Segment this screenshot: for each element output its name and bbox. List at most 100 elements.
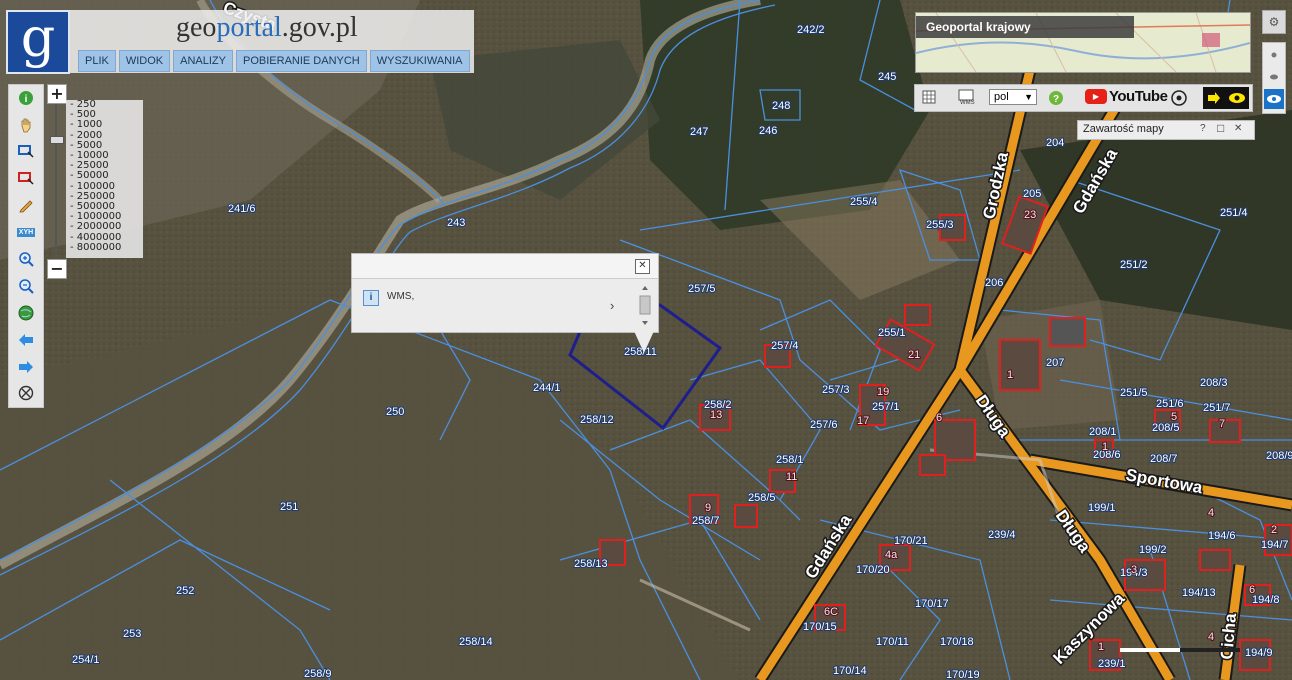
parcel-label: 257/3	[822, 384, 850, 396]
language-select[interactable]: pol ▼	[989, 89, 1037, 105]
house-number: 9	[705, 502, 711, 514]
dot-icon[interactable]	[1271, 52, 1277, 58]
house-number: 13	[710, 409, 722, 421]
full-extent-tool[interactable]	[16, 303, 36, 323]
street-label: Cicha	[1217, 612, 1240, 660]
geoportal-logo[interactable]: g	[6, 10, 70, 74]
zoom-minus-button[interactable]: −	[47, 259, 67, 279]
header-bar: geoportal.gov.pl PLIK WIDOK ANALIZY POBI…	[70, 10, 474, 73]
menu-pobieranie-danych[interactable]: POBIERANIE DANYCH	[236, 50, 367, 72]
info-tool[interactable]: i	[16, 88, 36, 108]
house-number: 23	[1024, 209, 1036, 221]
parcel-label: 194/7	[1261, 539, 1289, 551]
parcel-label: 194/13	[1182, 587, 1216, 599]
eye-small-icon[interactable]	[1270, 74, 1278, 80]
parcel-label: 255/3	[926, 219, 954, 231]
clear-tool[interactable]	[16, 383, 36, 403]
language-value: pol	[994, 91, 1009, 103]
draw-tool[interactable]	[16, 195, 36, 215]
panel-help-icon[interactable]: ?	[1200, 123, 1206, 134]
parcel-label: 257/6	[810, 419, 838, 431]
parcel-label: 254/1	[72, 654, 100, 666]
parcel-label: 258/1	[776, 454, 804, 466]
parcel-label: 241/6	[228, 203, 256, 215]
popup-close-button[interactable]: ✕	[635, 259, 650, 274]
svg-text:i: i	[25, 94, 28, 105]
panel-close-icon[interactable]: ✕	[1234, 123, 1242, 134]
parcel-label: 250	[386, 406, 404, 418]
xyh-tool[interactable]: XYH	[16, 222, 36, 242]
house-number: 3	[1131, 564, 1137, 576]
youtube-play-icon: ▶	[1085, 89, 1107, 104]
parcel-label: 251	[280, 501, 298, 513]
site-title-prefix: geo	[176, 12, 217, 43]
map-content-panel[interactable]: Zawartość mapy ? □ ✕	[1077, 120, 1255, 140]
parcel-label: 251/7	[1203, 402, 1231, 414]
accessibility-icon[interactable]	[1171, 90, 1187, 106]
select-area-tool[interactable]	[16, 141, 36, 161]
popup-scrollbar[interactable]	[639, 284, 651, 328]
wms-icon[interactable]	[958, 89, 974, 101]
parcel-label: 252	[176, 585, 194, 597]
pan-tool[interactable]	[16, 115, 36, 135]
parcel-label: 255/1	[878, 327, 906, 339]
scale-option[interactable]: - 8000000	[66, 242, 143, 253]
parcel-label: 194/9	[1245, 647, 1273, 659]
menu-widok[interactable]: WIDOK	[118, 50, 171, 72]
panel-restore-icon[interactable]: □	[1217, 121, 1224, 135]
forward-arrow-icon	[19, 361, 33, 373]
next-view-tool[interactable]	[16, 357, 36, 377]
back-arrow-icon	[19, 334, 33, 346]
youtube-link[interactable]: ▶ YouTube	[1085, 88, 1168, 105]
zoom-in-tool[interactable]	[16, 249, 36, 269]
pan-hand-icon	[21, 118, 31, 133]
select-red-icon	[18, 172, 34, 185]
clear-icon	[18, 385, 34, 401]
menu-plik[interactable]: PLIK	[78, 50, 116, 72]
right-toolbar: ? WMS pol ▼ ▶ YouTube	[914, 84, 1253, 112]
parcel-label: 170/20	[856, 564, 890, 576]
parcel-label: 253	[123, 628, 141, 640]
scale-list: - 250 - 500 - 1000 - 2000 - 5000 - 10000…	[66, 99, 143, 258]
parcel-label: 258/9	[304, 668, 332, 680]
house-number: 6	[936, 412, 942, 424]
contrast-toggle-icon[interactable]	[1203, 87, 1249, 109]
large-building	[1049, 317, 1086, 347]
parcel-label: 199/2	[1139, 544, 1167, 556]
map-content-title: Zawartość mapy	[1083, 123, 1164, 135]
house-number: 4	[1208, 507, 1214, 519]
parcel-label: 199/1	[1088, 502, 1116, 514]
grid-icon[interactable]	[922, 90, 936, 104]
house-number: 5	[1171, 411, 1177, 423]
settings-gear-icon[interactable]: ⚙	[1262, 10, 1286, 34]
parcel-label: 207	[1046, 357, 1064, 369]
parcel-label: 170/17	[915, 598, 949, 610]
logo-letter: g	[20, 6, 56, 69]
popup-next-arrow-icon[interactable]: ›	[610, 298, 614, 313]
menu-analizy[interactable]: ANALIZY	[173, 50, 233, 72]
menu-wyszukiwania[interactable]: WYSZUKIWANIA	[369, 50, 470, 72]
house-number: 1	[1102, 441, 1108, 453]
select-red-tool[interactable]	[16, 168, 36, 188]
main-menu: PLIK WIDOK ANALIZY POBIERANIE DANYCH WYS…	[78, 50, 470, 72]
scroll-down-icon[interactable]	[642, 321, 648, 325]
previous-view-tool[interactable]	[16, 330, 36, 350]
pencil-icon	[19, 200, 33, 213]
zoom-handle[interactable]	[50, 136, 64, 144]
parcel-label: 194/6	[1208, 530, 1236, 542]
parcel-label: 244/1	[533, 382, 561, 394]
popup-info-icon: i	[363, 290, 379, 306]
zoom-track[interactable]	[55, 104, 57, 259]
parcel-label: 242/2	[797, 24, 825, 36]
geoportal-krajowy-minimap[interactable]: Geoportal krajowy	[915, 12, 1251, 73]
parcel-label: 251/6	[1156, 398, 1184, 410]
scroll-thumb[interactable]	[639, 295, 651, 315]
zoom-out-tool[interactable]	[16, 276, 36, 296]
xyh-icon: XYH	[16, 227, 36, 237]
parcel-label: 258/5	[748, 492, 776, 504]
parcel-label: 239/1	[1098, 658, 1126, 670]
zoom-slider[interactable]: + −	[47, 84, 67, 279]
help-icon[interactable]: ?	[1049, 91, 1063, 105]
scroll-up-icon[interactable]	[642, 286, 648, 290]
zoom-plus-button[interactable]: +	[47, 84, 67, 104]
